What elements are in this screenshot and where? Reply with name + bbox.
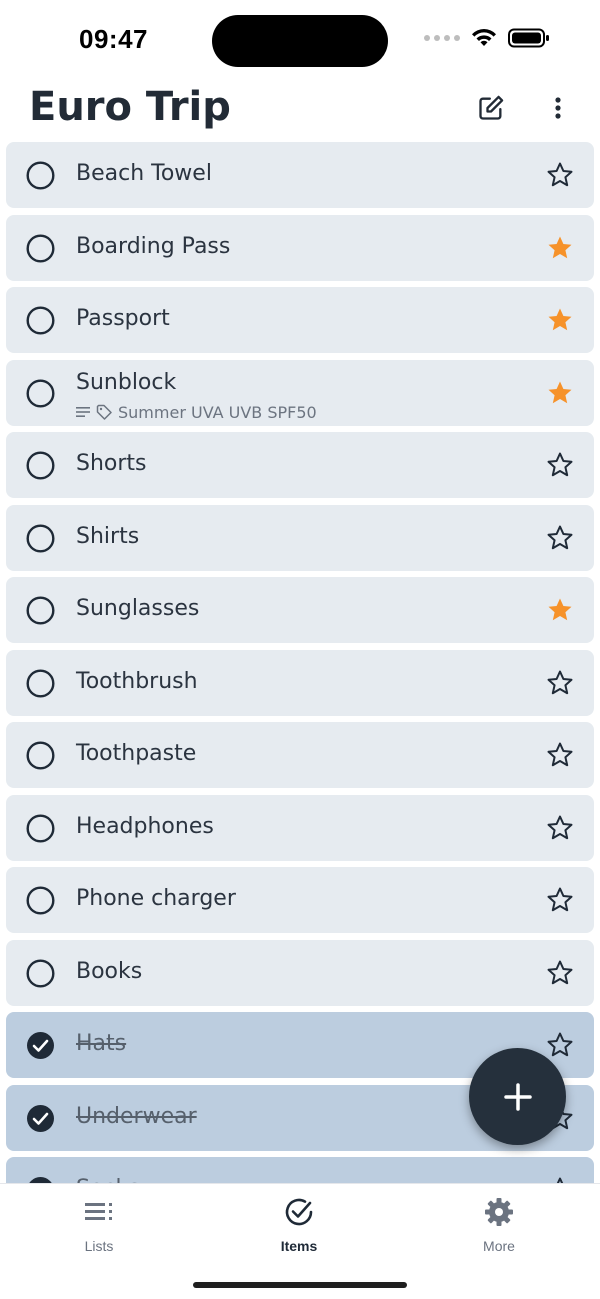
tab-lists-label: Lists xyxy=(84,1238,114,1254)
tag-icon xyxy=(96,404,112,420)
tab-more-label: More xyxy=(483,1238,515,1254)
status-time: 09:47 xyxy=(79,24,148,54)
item-label: Phone charger xyxy=(76,886,236,911)
item-label: Socks xyxy=(76,1176,140,1183)
dynamic-island xyxy=(212,15,388,67)
list-icon xyxy=(85,1203,112,1220)
list-item[interactable]: Boarding Pass xyxy=(6,214,594,281)
list-item[interactable]: Sunblock Summer UVA UVB SPF50 xyxy=(6,359,594,426)
checked-circle-icon[interactable] xyxy=(26,1176,55,1183)
wifi-icon xyxy=(472,29,496,46)
star-filled-icon[interactable] xyxy=(546,234,574,262)
item-label: Beach Towel xyxy=(76,161,212,186)
item-list[interactable]: Beach Towel Boarding Pass Passport Sunblock… xyxy=(6,142,594,1183)
checked-circle-icon[interactable] xyxy=(26,1104,55,1133)
page-title: Euro Trip xyxy=(29,84,231,130)
star-outline-icon[interactable] xyxy=(546,524,574,552)
unchecked-circle-icon[interactable] xyxy=(26,958,55,988)
star-outline-icon[interactable] xyxy=(546,814,574,842)
item-label: Toothbrush xyxy=(76,668,198,694)
star-outline-icon[interactable] xyxy=(546,161,574,189)
gear-icon xyxy=(485,1198,513,1226)
checked-circle-icon[interactable] xyxy=(26,1031,55,1060)
item-label: Passport xyxy=(76,306,170,331)
unchecked-circle-icon[interactable] xyxy=(26,668,55,698)
star-outline-icon[interactable] xyxy=(546,1031,574,1059)
star-outline-icon[interactable] xyxy=(546,669,574,697)
edit-list-button[interactable] xyxy=(475,92,507,124)
star-outline-icon[interactable] xyxy=(546,741,574,769)
star-filled-icon[interactable] xyxy=(546,596,574,624)
item-label: Headphones xyxy=(76,813,214,839)
item-label: Toothpaste xyxy=(76,741,197,766)
item-meta: Summer UVA UVB SPF50 xyxy=(76,403,317,422)
tab-bar: Lists Items More xyxy=(0,1183,600,1299)
list-item[interactable]: Toothpaste xyxy=(6,722,594,788)
unchecked-circle-icon[interactable] xyxy=(26,523,55,553)
item-label: Shorts xyxy=(76,451,147,476)
unchecked-circle-icon[interactable] xyxy=(26,161,55,190)
item-label: Sunglasses xyxy=(76,596,200,621)
list-item[interactable]: Beach Towel xyxy=(6,142,594,208)
star-filled-icon[interactable] xyxy=(546,379,574,407)
unchecked-circle-icon[interactable] xyxy=(26,813,55,843)
signal-dots-icon xyxy=(424,35,460,41)
status-bar: 09:47 xyxy=(0,0,600,80)
add-item-button[interactable] xyxy=(469,1048,566,1145)
unchecked-circle-icon[interactable] xyxy=(26,451,55,480)
star-outline-icon[interactable] xyxy=(546,886,574,914)
more-vertical-icon xyxy=(555,97,561,119)
list-item[interactable]: Phone charger xyxy=(6,867,594,933)
item-label: Underwear xyxy=(76,1103,197,1129)
tab-items[interactable]: Items xyxy=(239,1196,359,1254)
star-filled-icon[interactable] xyxy=(546,306,574,334)
item-label: Books xyxy=(76,958,143,984)
edit-icon xyxy=(479,95,504,120)
battery-icon xyxy=(508,28,549,48)
tab-items-label: Items xyxy=(280,1238,318,1254)
item-label: Shirts xyxy=(76,523,140,549)
list-item[interactable]: Shirts xyxy=(6,504,594,571)
list-item[interactable]: Socks xyxy=(6,1157,594,1183)
home-indicator xyxy=(193,1282,407,1288)
list-item[interactable]: Sunglasses xyxy=(6,577,594,643)
list-item[interactable]: Toothbrush xyxy=(6,649,594,716)
item-label: Boarding Pass xyxy=(76,233,231,259)
unchecked-circle-icon[interactable] xyxy=(26,378,55,408)
app-header: Euro Trip xyxy=(0,80,600,140)
tab-lists[interactable]: Lists xyxy=(39,1196,159,1254)
unchecked-circle-icon[interactable] xyxy=(26,886,55,915)
check-circle-icon xyxy=(285,1198,313,1226)
notes-icon xyxy=(76,407,90,417)
more-options-button[interactable] xyxy=(542,92,574,124)
item-label: Sunblock xyxy=(76,369,177,395)
star-outline-icon[interactable] xyxy=(546,1176,574,1183)
list-item[interactable]: Shorts xyxy=(6,432,594,498)
tab-more[interactable]: More xyxy=(439,1196,559,1254)
unchecked-circle-icon[interactable] xyxy=(26,306,55,335)
status-indicators xyxy=(424,28,550,48)
unchecked-circle-icon[interactable] xyxy=(26,596,55,625)
unchecked-circle-icon[interactable] xyxy=(26,741,55,770)
unchecked-circle-icon[interactable] xyxy=(26,233,55,263)
item-tags: Summer UVA UVB SPF50 xyxy=(118,402,317,422)
star-outline-icon[interactable] xyxy=(546,451,574,479)
plus-icon xyxy=(503,1082,532,1111)
star-outline-icon[interactable] xyxy=(546,959,574,987)
list-item[interactable]: Headphones xyxy=(6,794,594,861)
list-item[interactable]: Passport xyxy=(6,287,594,353)
list-item[interactable]: Books xyxy=(6,939,594,1006)
item-label: Hats xyxy=(76,1031,127,1056)
